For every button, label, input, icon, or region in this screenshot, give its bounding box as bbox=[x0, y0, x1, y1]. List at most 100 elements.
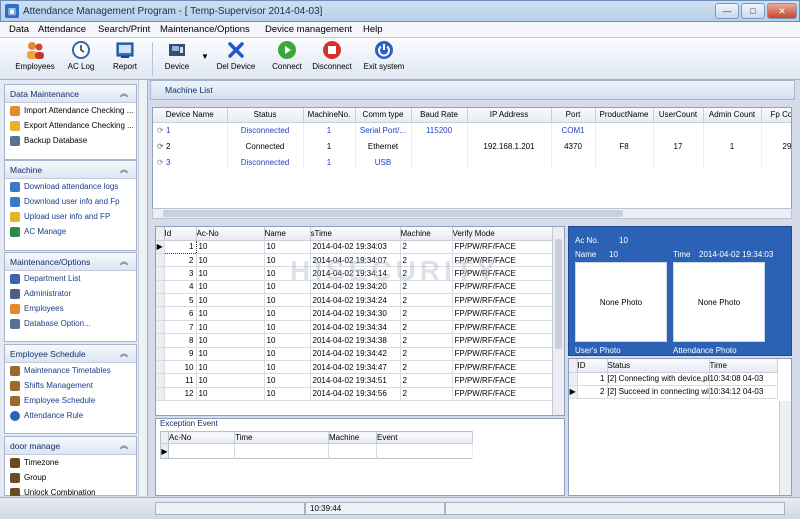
col-stime[interactable]: sTime bbox=[310, 227, 401, 241]
close-button[interactable]: ✕ bbox=[767, 3, 797, 19]
user-photo-label: User's Photo bbox=[575, 346, 621, 355]
table-row[interactable]: 1 [2] Connecting with device,pl 10:34:08 0… bbox=[569, 372, 778, 386]
group-header[interactable]: Employee Schedule ︽ bbox=[5, 345, 136, 363]
collapse-icon[interactable]: ︽ bbox=[120, 437, 128, 455]
table-row[interactable]: 7 10 10 2014-04-02 19:34:34 2 FP/PW/RF/FACE bbox=[156, 320, 553, 335]
col-ac-no[interactable]: Ac-No bbox=[168, 431, 235, 444]
menu-search-print[interactable]: Search/Print bbox=[98, 24, 150, 35]
group-header[interactable]: Machine ︽ bbox=[5, 161, 136, 179]
exit-system-button[interactable]: Exit system bbox=[362, 40, 406, 71]
group-header[interactable]: Maintenance/Options ︽ bbox=[5, 253, 136, 271]
sidebar-item-timezone[interactable]: Timezone bbox=[5, 455, 136, 470]
col-comm-type[interactable]: Comm type bbox=[355, 108, 412, 123]
col-port[interactable]: Port bbox=[551, 108, 596, 123]
col-user-count[interactable]: UserCount bbox=[653, 108, 704, 123]
attendance-vscrollbar[interactable] bbox=[552, 227, 564, 415]
sidebar-item-export[interactable]: Export Attendance Checking ... bbox=[5, 118, 136, 133]
sidebar-item-timetables[interactable]: Maintenance Timetables bbox=[5, 363, 136, 378]
sidebar-item-database-option[interactable]: Database Option... bbox=[5, 316, 136, 331]
aclog-button[interactable]: AC Log bbox=[64, 40, 98, 71]
menu-help[interactable]: Help bbox=[363, 24, 383, 35]
col-machine[interactable]: Machine bbox=[328, 431, 377, 444]
group-header[interactable]: Data Maintenance ︽ bbox=[5, 85, 136, 103]
menu-attendance[interactable]: Attendance bbox=[38, 24, 86, 35]
database-icon bbox=[10, 319, 20, 329]
collapse-icon[interactable]: ︽ bbox=[120, 253, 128, 271]
sidebar-item-upload-user[interactable]: Upload user info and FP bbox=[5, 209, 136, 224]
table-row[interactable]: 5 10 10 2014-04-02 19:34:24 2 FP/PW/RF/FACE bbox=[156, 293, 553, 308]
menu-maintenance-options[interactable]: Maintenance/Options bbox=[160, 24, 250, 35]
sidebar-item-download-user[interactable]: Download user info and Fp bbox=[5, 194, 136, 209]
exception-title: Exception Event bbox=[160, 419, 218, 428]
sidebar-item-attendance-rule[interactable]: Attendance Rule bbox=[5, 408, 136, 423]
col-fp-count[interactable]: Fp Count bbox=[761, 108, 791, 123]
group-data-maintenance: Data Maintenance ︽ Import Attendance Chec… bbox=[4, 84, 137, 160]
connect-button[interactable]: Connect bbox=[270, 40, 304, 71]
sidebar-item-download-logs[interactable]: Download attendance logs bbox=[5, 179, 136, 194]
scroll-thumb[interactable] bbox=[555, 239, 562, 349]
scroll-thumb[interactable] bbox=[163, 210, 623, 217]
sidebar-item-backup[interactable]: Backup Database bbox=[5, 133, 136, 148]
col-event[interactable]: Event bbox=[376, 431, 473, 444]
table-row[interactable]: 10 10 10 2014-04-02 19:34:47 2 FP/PW/RF/FACE bbox=[156, 360, 553, 375]
sidebar-item-department-list[interactable]: Department List bbox=[5, 271, 136, 286]
disconnect-icon bbox=[323, 41, 341, 59]
collapse-icon[interactable]: ︽ bbox=[120, 345, 128, 363]
col-ac-no[interactable]: Ac-No bbox=[196, 227, 265, 241]
sidebar-item-employees[interactable]: Employees bbox=[5, 301, 136, 316]
menu-data[interactable]: Data bbox=[9, 24, 29, 35]
col-baud-rate[interactable]: Baud Rate bbox=[411, 108, 468, 123]
table-row[interactable]: ▶ 2 [2] Succeed in connecting wi 10:34:12 0… bbox=[569, 385, 778, 399]
group-maintenance-options: Maintenance/Options ︽ Department List Adm… bbox=[4, 252, 137, 342]
sidebar-item-unlock-combination[interactable]: Unlock Combination bbox=[5, 485, 136, 496]
col-verify-mode[interactable]: Verify Mode bbox=[452, 227, 553, 241]
group-header[interactable]: door manage ︽ bbox=[5, 437, 136, 455]
device-dropdown-arrow[interactable]: ▼ bbox=[200, 52, 210, 61]
maximize-button[interactable]: □ bbox=[741, 3, 765, 19]
device-button[interactable]: Device bbox=[160, 40, 194, 71]
menu-bar: Data Attendance Search/Print Maintenance… bbox=[0, 22, 800, 38]
sidebar-scrollbar[interactable] bbox=[138, 80, 147, 496]
del-device-button[interactable]: Del Device bbox=[214, 40, 258, 71]
menu-device-management[interactable]: Device management bbox=[265, 24, 352, 35]
col-ip-address[interactable]: IP Address bbox=[467, 108, 552, 123]
log-vscrollbar[interactable] bbox=[779, 401, 791, 495]
machine-list-grid: Device Name Status MachineNo. Comm type … bbox=[152, 107, 792, 219]
table-row[interactable]: 9 10 10 2014-04-02 19:34:42 2 FP/PW/RF/FACE bbox=[156, 347, 553, 362]
col-id[interactable]: Id bbox=[164, 227, 197, 241]
collapse-icon[interactable]: ︽ bbox=[120, 161, 128, 179]
table-row[interactable]: ▶ 1 10 10 2014-04-02 19:34:03 2 FP/PW/RF/FACE bbox=[156, 239, 553, 254]
table-row[interactable]: ⟳ 3 Disconnected 1 USB bbox=[153, 154, 791, 170]
sidebar-item-group[interactable]: Group bbox=[5, 470, 136, 485]
col-machine-no[interactable]: MachineNo. bbox=[303, 108, 356, 123]
col-log-status[interactable]: Status bbox=[607, 359, 710, 373]
col-admin-count[interactable]: Admin Count bbox=[703, 108, 762, 123]
disconnect-button[interactable]: Disconnect bbox=[310, 40, 354, 71]
table-row[interactable]: 12 10 10 2014-04-02 19:34:56 2 FP/PW/RF/FACE bbox=[156, 387, 553, 402]
status-bar: 10:39:44 bbox=[0, 497, 800, 519]
col-name[interactable]: Name bbox=[264, 227, 311, 241]
col-status[interactable]: Status bbox=[227, 108, 304, 123]
minimize-button[interactable]: — bbox=[715, 3, 739, 19]
col-product-name[interactable]: ProductName bbox=[595, 108, 654, 123]
table-row[interactable]: 11 10 10 2014-04-02 19:34:51 2 FP/PW/RF/FACE bbox=[156, 373, 553, 388]
table-row[interactable]: ▶ bbox=[160, 443, 473, 459]
col-log-id[interactable]: ID bbox=[577, 359, 608, 373]
table-row[interactable]: ⟳ 1 Disconnected 1 Serial Port/... 11520… bbox=[153, 122, 791, 138]
col-machine[interactable]: Machine bbox=[400, 227, 453, 241]
table-row[interactable]: 6 10 10 2014-04-02 19:34:30 2 FP/PW/RF/FACE bbox=[156, 306, 553, 321]
table-row[interactable]: ⟳ 2 Connected 1 Ethernet 192.168.1.201 4… bbox=[153, 138, 791, 154]
col-device-name[interactable]: Device Name bbox=[153, 108, 228, 123]
collapse-icon[interactable]: ︽ bbox=[120, 85, 128, 103]
sidebar-item-import[interactable]: Import Attendance Checking ... bbox=[5, 103, 136, 118]
sidebar-item-employee-schedule[interactable]: Employee Schedule bbox=[5, 393, 136, 408]
sidebar-item-administrator[interactable]: Administrator bbox=[5, 286, 136, 301]
machine-list-hscrollbar[interactable] bbox=[152, 208, 792, 219]
col-time[interactable]: Time bbox=[234, 431, 329, 444]
sidebar-item-ac-manage[interactable]: AC Manage bbox=[5, 224, 136, 239]
col-log-time[interactable]: Time bbox=[709, 359, 778, 373]
report-button[interactable]: Report bbox=[108, 40, 142, 71]
table-row[interactable]: 8 10 10 2014-04-02 19:34:38 2 FP/PW/RF/FACE bbox=[156, 333, 553, 348]
sidebar-item-shifts[interactable]: Shifts Management bbox=[5, 378, 136, 393]
employees-button[interactable]: Employees bbox=[12, 40, 58, 71]
